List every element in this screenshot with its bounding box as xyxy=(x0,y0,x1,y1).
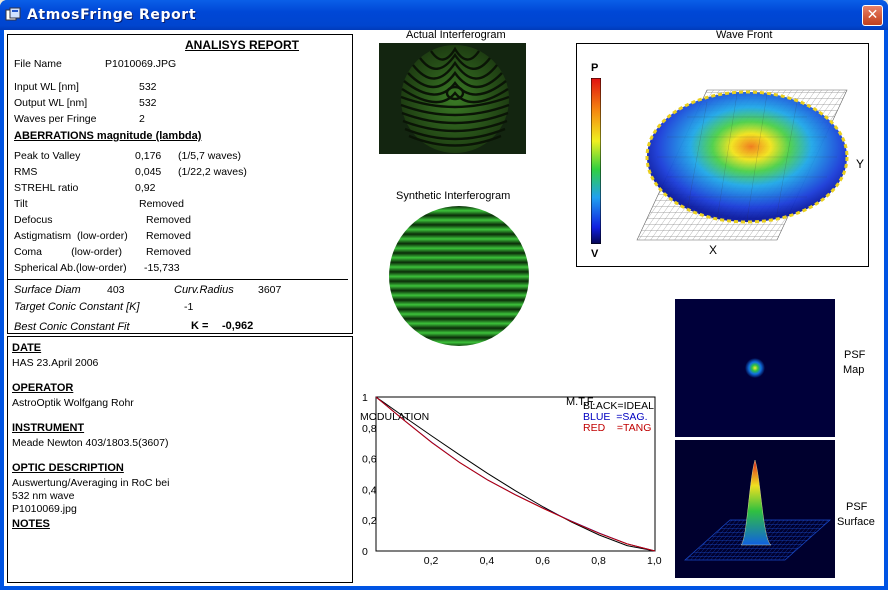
optic-description-line: P1010069.jpg xyxy=(12,503,77,515)
wave-front-caption: Wave Front xyxy=(716,29,773,41)
wave-front-surface-plot xyxy=(636,89,849,241)
input-wl-label: Input WL [nm] xyxy=(14,81,79,93)
x-tick-label: 0,8 xyxy=(591,555,606,567)
target-conic-label: Target Conic Constant [K] xyxy=(14,301,140,313)
date-header: DATE xyxy=(12,342,42,354)
surface-diam-value: 403 xyxy=(107,284,125,296)
aberration-label: Peak to Valley xyxy=(14,150,81,162)
mtf-chart: M.T.F.MODULATIONSPATIAL FREQUENCY00,20,4… xyxy=(360,392,662,567)
date-value: HAS 23.April 2006 xyxy=(12,357,99,369)
aberration-value: 0,045 xyxy=(135,166,162,178)
file-name-label: File Name xyxy=(14,58,62,70)
y-tick-label: 1 xyxy=(362,392,368,404)
close-button[interactable]: ✕ xyxy=(862,5,883,26)
target-conic-value: -1 xyxy=(184,301,194,313)
psf-map-image xyxy=(675,299,835,437)
curv-radius-value: 3607 xyxy=(258,284,282,296)
wave-front-panel: P V X Y xyxy=(576,43,869,267)
optic-description-header: OPTIC DESCRIPTION xyxy=(12,462,124,474)
analysis-report-panel: ANALISYS REPORT File Name P1010069.JPG I… xyxy=(7,34,353,334)
aberration-value: 0,92 xyxy=(135,182,156,194)
y-tick-label: 0,6 xyxy=(362,454,377,466)
output-wl-label: Output WL [nm] xyxy=(14,97,88,109)
best-conic-k-label: K = xyxy=(191,320,209,332)
actual-interferogram-image xyxy=(379,43,526,154)
x-tick-label: 1,0 xyxy=(647,555,662,567)
x-axis-label: X xyxy=(709,243,718,257)
curv-radius-label: Curv.Radius xyxy=(174,284,234,296)
y-tick-label: 0,4 xyxy=(362,484,377,496)
y-tick-label: 0,2 xyxy=(362,515,377,527)
aberration-extra: (1/22,2 waves) xyxy=(178,166,247,178)
aberration-value: -15,733 xyxy=(144,262,180,274)
best-conic-label: Best Conic Constant Fit xyxy=(14,321,130,333)
surface-diam-label: Surface Diam xyxy=(14,284,81,296)
color-scale-bar xyxy=(591,78,601,244)
x-tick-label: 0,4 xyxy=(480,555,495,567)
notes-header: NOTES xyxy=(12,518,50,530)
aberration-label: Defocus xyxy=(14,214,53,226)
best-conic-value: -0,962 xyxy=(222,320,254,332)
aberration-value: Removed xyxy=(146,230,191,242)
y-tick-label: 0,8 xyxy=(362,423,377,435)
psf-map-label: PSF xyxy=(844,349,866,361)
aberration-label: Spherical Ab.(low-order) xyxy=(14,262,127,274)
scale-valley-label: V xyxy=(591,248,599,260)
y-tick-label: 0 xyxy=(362,546,368,558)
legend-item: RED =TANG xyxy=(583,422,651,434)
window-frame: AtmosFringe Report ✕ ANALISYS REPORT Fil… xyxy=(0,0,888,590)
aberration-label: RMS xyxy=(14,166,38,178)
optic-description-line: Auswertung/Averaging in RoC bei xyxy=(12,477,170,489)
waves-per-fringe-value: 2 xyxy=(139,113,145,125)
synthetic-interferogram-image xyxy=(389,206,529,346)
close-icon: ✕ xyxy=(866,7,879,23)
psf-map-label: Map xyxy=(843,364,865,376)
output-wl-value: 532 xyxy=(139,97,157,109)
actual-interferogram-caption: Actual Interferogram xyxy=(406,29,506,41)
aberration-label: Coma (low-order) xyxy=(14,246,122,258)
scale-peak-label: P xyxy=(591,62,599,74)
client-area: ANALISYS REPORT File Name P1010069.JPG I… xyxy=(4,29,884,586)
input-wl-value: 532 xyxy=(139,81,157,93)
aberration-value: 0,176 xyxy=(135,150,162,162)
title-bar[interactable]: AtmosFringe Report ✕ xyxy=(0,0,888,30)
operator-header: OPERATOR xyxy=(12,382,74,394)
psf-surface-label: PSF xyxy=(846,501,868,513)
aberration-label: STREHL ratio xyxy=(14,182,79,194)
instrument-header: INSTRUMENT xyxy=(12,422,85,434)
window-title: AtmosFringe Report xyxy=(27,7,197,23)
aberration-value: Removed xyxy=(146,246,191,258)
file-name-value: P1010069.JPG xyxy=(105,58,177,70)
x-tick-label: 0,6 xyxy=(535,555,550,567)
info-panel: DATE HAS 23.April 2006 OPERATOR AstroOpt… xyxy=(7,336,353,583)
optic-description-line: 532 nm wave xyxy=(12,490,75,502)
y-axis-label: Y xyxy=(856,157,865,171)
synthetic-interferogram-caption: Synthetic Interferogram xyxy=(396,190,511,202)
app-icon xyxy=(5,7,21,21)
aberration-extra: (1/5,7 waves) xyxy=(178,150,242,162)
psf-surface-image xyxy=(675,440,835,578)
aberration-value: Removed xyxy=(146,214,191,226)
divider xyxy=(8,279,348,280)
psf-surface-label: Surface xyxy=(837,516,875,528)
aberration-value: Removed xyxy=(139,198,184,210)
instrument-value: Meade Newton 403/1803.5(3607) xyxy=(12,437,169,449)
report-title: ANALISYS REPORT xyxy=(185,38,300,52)
aberration-label: Astigmatism (low-order) xyxy=(14,230,128,242)
aberrations-header: ABERRATIONS magnitude (lambda) xyxy=(14,130,202,142)
operator-value: AstroOptik Wolfgang Rohr xyxy=(12,397,134,409)
x-tick-label: 0,2 xyxy=(424,555,439,567)
aberration-label: Tilt xyxy=(14,198,28,210)
waves-per-fringe-label: Waves per Fringe xyxy=(14,113,97,125)
